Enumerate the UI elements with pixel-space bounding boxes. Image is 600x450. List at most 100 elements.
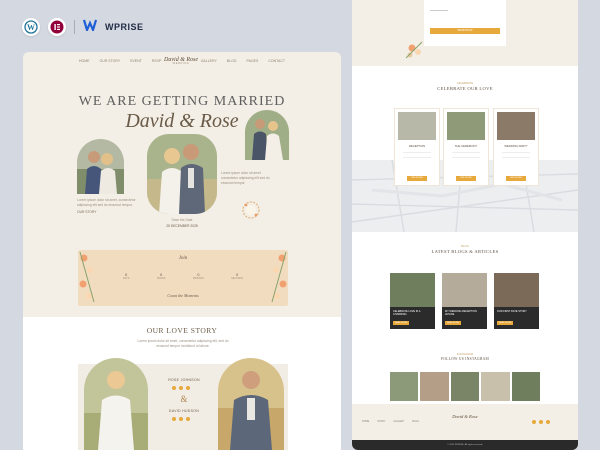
instagram-photo[interactable] bbox=[420, 372, 449, 401]
nav-left: HOME OUR STORY EVENT RSVP bbox=[79, 59, 161, 63]
wedding-date: 25 DECEMBER 2025 bbox=[166, 224, 198, 228]
instagram-label: INSTAGRAM bbox=[456, 352, 474, 356]
rsvp-form-card: SEND RSVP bbox=[424, 0, 506, 46]
rsvp-field-line[interactable] bbox=[430, 10, 448, 11]
event-card-ceremony: THE CEREMONY SEE MORE bbox=[443, 108, 489, 186]
read-more-button[interactable]: READ MORE bbox=[445, 321, 461, 325]
page-left: HOME OUR STORY EVENT RSVP David & Rose W… bbox=[23, 52, 341, 450]
wprise-logo-icon bbox=[82, 18, 98, 36]
countdown-minutes-unit: MINUTES bbox=[192, 277, 204, 280]
instagram-gallery bbox=[390, 372, 541, 401]
celebrate-title: CELEBRATE OUR LOVE bbox=[437, 86, 493, 91]
love-story-card: ROSE JOHNSON & DAVID HUDSON bbox=[78, 358, 288, 450]
event-photo bbox=[447, 112, 485, 140]
nav-right: GALLERY BLOG PAGES CONTACT bbox=[201, 59, 285, 63]
event-see-more-button[interactable]: SEE MORE bbox=[506, 176, 526, 181]
event-title: RECEPTION bbox=[408, 144, 426, 148]
countdown-days: 0 DAYS bbox=[123, 272, 129, 280]
event-divider bbox=[452, 157, 480, 158]
bride-social bbox=[172, 386, 190, 390]
footer-logo[interactable]: David & Rose bbox=[352, 414, 578, 419]
brand-bar: W WPRISE bbox=[22, 16, 144, 38]
couple-photo-center bbox=[147, 134, 217, 214]
nav-link-contact[interactable]: CONTACT bbox=[268, 59, 285, 63]
send-rsvp-button[interactable]: SEND RSVP bbox=[430, 28, 500, 34]
instagram-title: FOLLOW US INSTAGRAM bbox=[440, 357, 490, 361]
love-story-title: OUR LOVE STORY bbox=[146, 326, 218, 335]
floral-corner-icon bbox=[405, 41, 423, 59]
event-title: THE CEREMONY bbox=[454, 144, 478, 148]
brand-name: WPRISE bbox=[105, 22, 144, 32]
nav-link-pages[interactable]: PAGES bbox=[247, 59, 259, 63]
countdown-title: Join bbox=[178, 256, 188, 261]
facebook-icon[interactable] bbox=[172, 386, 176, 390]
blog-card[interactable]: CELEBRATE LOVE IN A CHARMING READ MORE bbox=[390, 273, 435, 329]
save-the-date-label: Save the Date bbox=[171, 218, 193, 222]
couple-photo-right bbox=[245, 110, 289, 160]
instagram-icon[interactable] bbox=[186, 417, 190, 421]
instagram-photo[interactable] bbox=[390, 372, 419, 401]
countdown-footer: Count the Moments bbox=[167, 293, 199, 298]
nav-link-home[interactable]: HOME bbox=[79, 59, 90, 63]
twitter-icon[interactable] bbox=[539, 420, 543, 424]
footer-link-home[interactable]: HOME bbox=[362, 420, 369, 423]
event-divider bbox=[502, 157, 530, 158]
countdown-hours-unit: HOURS bbox=[156, 277, 166, 280]
hero-title: WE ARE GETTING MARRIED bbox=[78, 94, 286, 109]
event-divider bbox=[403, 157, 431, 158]
love-story-text: Lorem ipsum dolor sit amet, consectetur … bbox=[137, 339, 229, 348]
countdown-seconds-unit: SECONDS bbox=[231, 277, 243, 280]
read-more-button[interactable]: READ MORE bbox=[393, 321, 409, 325]
blog-post-title: CELEBRATE LOVE IN A CHARMING bbox=[393, 310, 421, 317]
wordpress-icon: W bbox=[22, 18, 40, 36]
site-logo[interactable]: David & Rose WEDDING bbox=[164, 57, 198, 66]
bride-name: ROSE JOHNSON bbox=[168, 378, 200, 382]
countdown-days-unit: DAYS bbox=[123, 277, 130, 280]
nav-link-rsvp[interactable]: RSVP bbox=[152, 59, 162, 63]
hero-left-link[interactable]: OUR STORY bbox=[77, 210, 96, 215]
story-ampersand: & bbox=[180, 394, 188, 404]
hero-right-text: Lorem ipsum dolor sit amet consectetur a… bbox=[221, 171, 270, 185]
celebrate-label: CELEBRATE bbox=[456, 81, 474, 85]
footer-link-gallery[interactable]: GALLERY bbox=[393, 420, 404, 423]
site-logo-sub: WEDDING bbox=[172, 61, 190, 65]
instagram-photo[interactable] bbox=[511, 372, 541, 401]
instagram-photo[interactable] bbox=[450, 372, 480, 401]
footer-nav: HOME STORY GALLERY BLOG bbox=[362, 420, 419, 423]
blog-card[interactable]: MY WEDDING RECEPTION ADVICE READ MORE bbox=[442, 273, 487, 329]
copyright-text: © 2024 WPRISE. All rights reserved. bbox=[447, 444, 483, 446]
instagram-icon[interactable] bbox=[546, 420, 550, 424]
event-divider bbox=[502, 152, 530, 153]
event-photo bbox=[398, 112, 436, 140]
facebook-icon[interactable] bbox=[172, 417, 176, 421]
main-nav: HOME OUR STORY EVENT RSVP David & Rose W… bbox=[23, 52, 341, 70]
hero-left-text: Lorem ipsum dolor sit amet, consectetur … bbox=[77, 198, 136, 207]
nav-link-gallery[interactable]: GALLERY bbox=[201, 59, 217, 63]
twitter-icon[interactable] bbox=[179, 386, 183, 390]
blog-label: BLOG bbox=[461, 244, 469, 248]
nav-link-our-story[interactable]: OUR STORY bbox=[100, 59, 121, 63]
blog-post-title: MY WEDDING RECEPTION ADVICE bbox=[445, 310, 477, 317]
twitter-icon[interactable] bbox=[179, 417, 183, 421]
footer-link-story[interactable]: STORY bbox=[377, 420, 385, 423]
blog-card[interactable]: OUR FIRST DATE STORY READ MORE bbox=[494, 273, 539, 329]
nav-link-blog[interactable]: BLOG bbox=[227, 59, 237, 63]
brand-divider bbox=[74, 20, 75, 34]
countdown-timer: 0 DAYS 0 HOURS 0 MINUTES 0 SECONDS bbox=[123, 272, 243, 280]
groom-social bbox=[172, 417, 190, 421]
instagram-photo[interactable] bbox=[481, 372, 510, 401]
event-see-more-button[interactable]: SEE MORE bbox=[407, 176, 427, 181]
blog-photo bbox=[390, 273, 435, 307]
couple-photo-left bbox=[77, 139, 124, 194]
wreath-badge bbox=[241, 200, 261, 220]
event-divider bbox=[452, 152, 480, 153]
nav-link-event[interactable]: EVENT bbox=[130, 59, 142, 63]
event-card-reception: RECEPTION SEE MORE bbox=[394, 108, 440, 186]
blog-photo bbox=[494, 273, 539, 307]
read-more-button[interactable]: READ MORE bbox=[497, 321, 513, 325]
facebook-icon[interactable] bbox=[532, 420, 536, 424]
instagram-icon[interactable] bbox=[186, 386, 190, 390]
footer-link-blog[interactable]: BLOG bbox=[412, 420, 419, 423]
footer-bottom-bar: © 2024 WPRISE. All rights reserved. bbox=[352, 440, 578, 450]
event-see-more-button[interactable]: SEE MORE bbox=[456, 176, 476, 181]
